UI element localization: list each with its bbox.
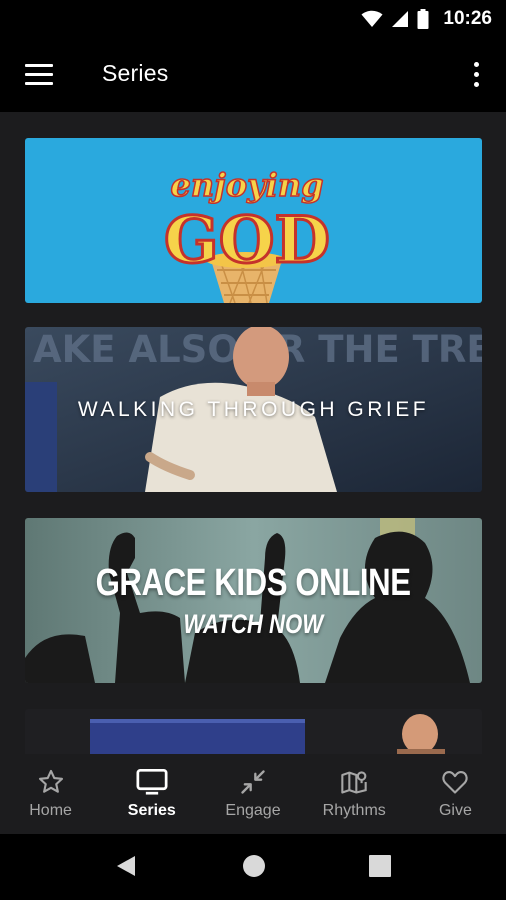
card2-overlay: WALKING THROUGH GRIEF [25, 327, 482, 492]
series-artwork-partial [25, 709, 482, 754]
heart-icon [442, 771, 469, 794]
nav-item-engage[interactable]: Engage [202, 754, 303, 834]
series-card-enjoying-god[interactable]: enjoying GOD [25, 138, 482, 303]
app-bar: Series [0, 38, 506, 112]
series-card-grace-kids-online[interactable]: GRACE KIDS ONLINE WATCH NOW [25, 518, 482, 683]
card3-title: GRACE KIDS ONLINE [95, 561, 412, 604]
system-navigation-bar [0, 834, 506, 900]
star-icon [38, 769, 63, 793]
tv-icon [136, 768, 168, 795]
nav-label-engage: Engage [225, 802, 281, 819]
series-artwork-enjoying-god: enjoying GOD [25, 138, 482, 303]
nav-label-rhythms: Rhythms [322, 802, 386, 819]
status-time: 10:26 [443, 8, 492, 29]
status-bar: 10:26 [0, 0, 506, 38]
nav-label-give: Give [438, 802, 472, 819]
bottom-navigation: Home Series Engage Rhythms Give [0, 754, 506, 834]
battery-icon [417, 9, 429, 29]
menu-icon[interactable] [25, 64, 53, 86]
recents-icon[interactable] [369, 855, 391, 877]
wifi-icon [361, 10, 383, 27]
series-card-walking-through-grief[interactable]: AKE ALSO FR THE TREE WALKING THROUGH GRI… [25, 327, 482, 492]
card1-line2: GOD [164, 203, 330, 278]
nav-item-series[interactable]: Series [101, 754, 202, 834]
nav-item-home[interactable]: Home [0, 754, 101, 834]
cell-signal-icon [392, 11, 409, 27]
home-icon[interactable] [242, 854, 266, 878]
more-options-icon[interactable] [474, 62, 480, 88]
nav-label-home: Home [29, 802, 72, 819]
map-pin-icon [341, 771, 367, 794]
card2-title: WALKING THROUGH GRIEF [77, 397, 430, 421]
series-list[interactable]: enjoying GOD AKE ALSO FR THE TREE [0, 112, 506, 754]
card3-subtitle: WATCH NOW [183, 608, 324, 639]
nav-item-give[interactable]: Give [405, 754, 506, 834]
nav-label-series: Series [127, 802, 176, 819]
card3-overlay: GRACE KIDS ONLINE WATCH NOW [25, 518, 482, 683]
card1-line1: enjoying [171, 166, 324, 204]
back-icon[interactable] [115, 854, 137, 878]
nav-item-rhythms[interactable]: Rhythms [304, 754, 405, 834]
series-card-partial[interactable] [25, 709, 482, 754]
page-title: Series [102, 60, 169, 86]
collapse-arrows-icon [241, 770, 265, 794]
